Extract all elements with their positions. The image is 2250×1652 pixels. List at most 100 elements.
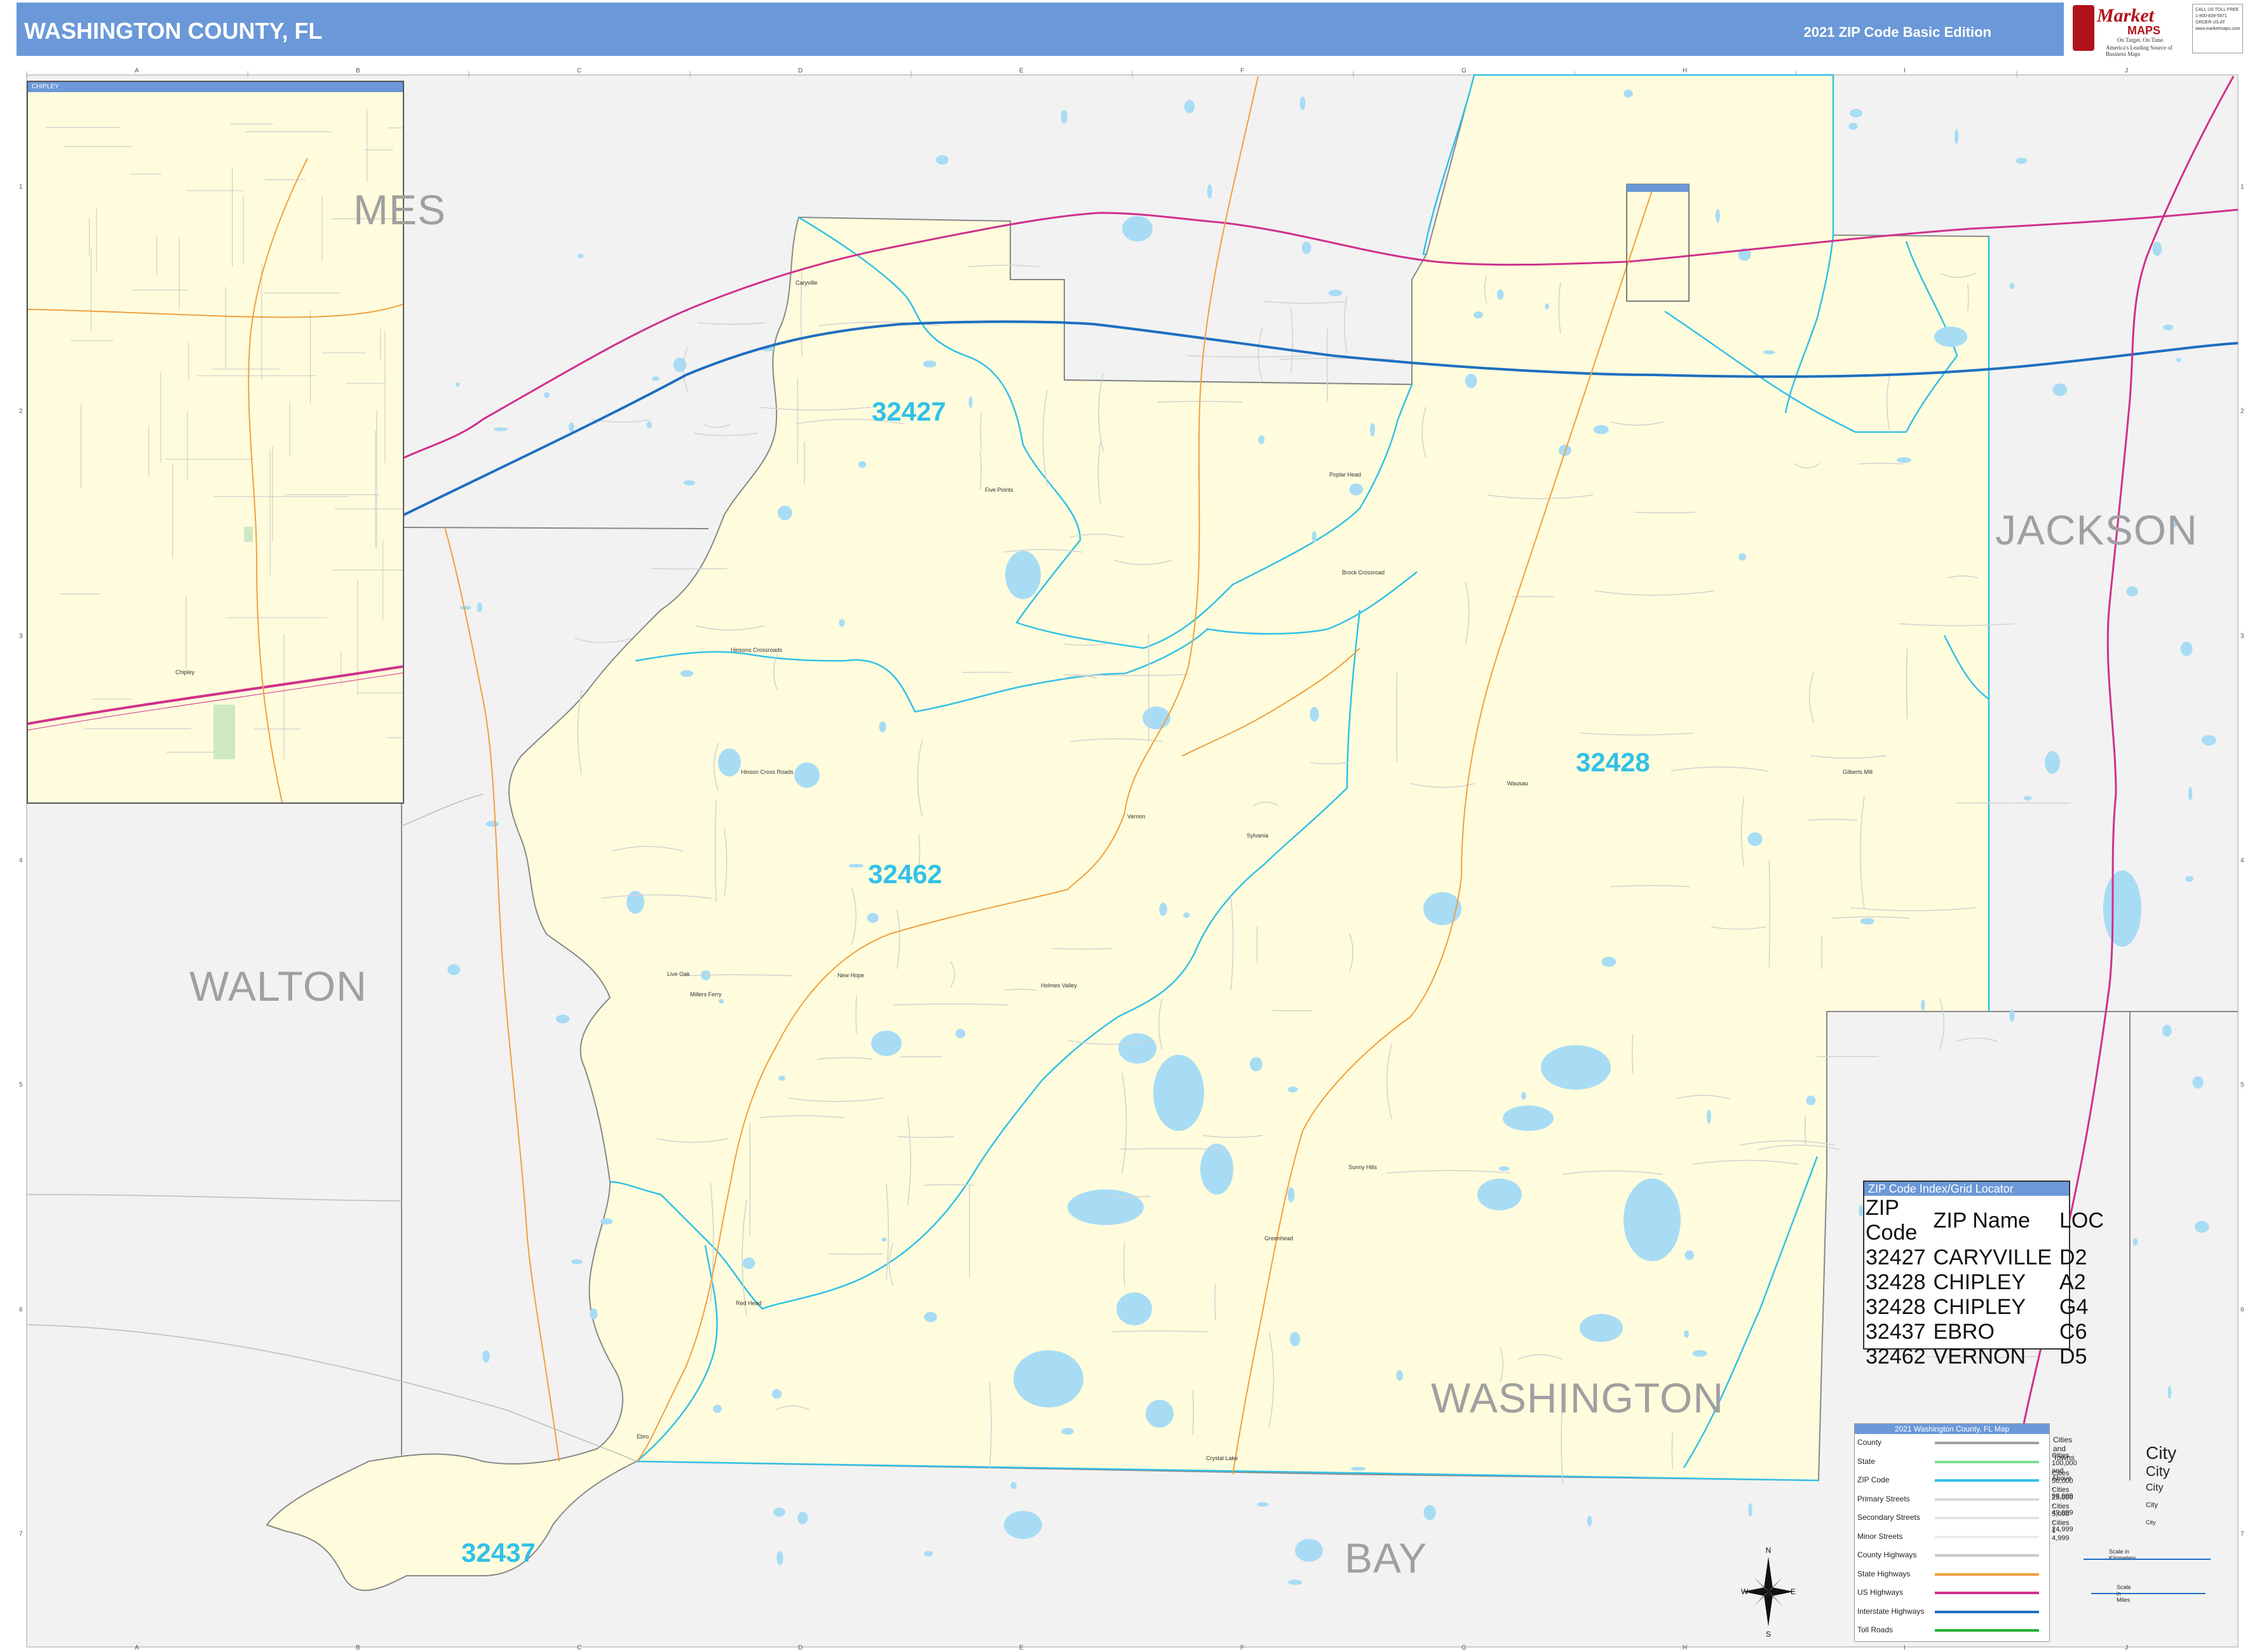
pond bbox=[1249, 1057, 1263, 1072]
grid-column-label: G bbox=[1461, 67, 1467, 74]
logo-tagline-2: America's Leading Source of Business Map… bbox=[2106, 44, 2172, 57]
call-box: CALL US TOLL FREE 1-800-839-5971 ORDER U… bbox=[2192, 4, 2243, 53]
pond bbox=[1496, 289, 1504, 300]
zip-label-32427[interactable]: 32427 bbox=[872, 396, 946, 427]
pond bbox=[1860, 917, 1874, 925]
legend-item-label: ZIP Code bbox=[1857, 1475, 1890, 1484]
market-maps-logo[interactable]: Market MAPS On Target. On Time. America'… bbox=[2073, 3, 2190, 57]
pond bbox=[2152, 241, 2162, 256]
pond bbox=[1623, 89, 1633, 98]
pond bbox=[1896, 457, 1911, 463]
pond bbox=[447, 964, 461, 975]
pond bbox=[879, 721, 886, 733]
pond bbox=[577, 254, 584, 259]
table-row[interactable]: 32427 CARYVILLE D2 bbox=[1866, 1245, 2111, 1270]
legend-city-sample: City bbox=[2146, 1463, 2170, 1479]
town-hinsons-crossroads: Hinsons Crossroads bbox=[731, 647, 783, 653]
zip-name-cell: EBRO bbox=[1933, 1320, 1995, 1344]
pond bbox=[1257, 1502, 1269, 1507]
map-title: WASHINGTON COUNTY, FL bbox=[24, 18, 323, 44]
pond bbox=[719, 999, 724, 1004]
pond bbox=[2052, 383, 2068, 396]
pond bbox=[1310, 707, 1319, 722]
table-row[interactable]: 32437 EBRO C6 bbox=[1866, 1320, 2111, 1344]
grid-column-label: J bbox=[2125, 1644, 2128, 1651]
grid-row-label: 1 bbox=[2240, 183, 2244, 191]
pond bbox=[1328, 289, 1343, 297]
grid-column-label: J bbox=[2125, 67, 2128, 74]
table-row[interactable]: 32428 CHIPLEY G4 bbox=[1866, 1295, 2111, 1320]
town-red-head: Red Head bbox=[736, 1300, 762, 1306]
pond bbox=[600, 1218, 613, 1225]
grid-column-label: A bbox=[135, 67, 139, 74]
town-greenhead: Greenhead bbox=[1264, 1235, 1294, 1242]
legend-city-sample: City bbox=[2146, 1519, 2156, 1526]
pond bbox=[568, 422, 574, 432]
pond bbox=[2126, 586, 2138, 597]
grid-column-label: C bbox=[577, 1644, 582, 1651]
zip-cell: 32427 bbox=[1866, 1245, 1926, 1269]
zip-index-title: ZIP Code Index/Grid Locator bbox=[1864, 1182, 2069, 1196]
town-vernon: Vernon bbox=[1127, 813, 1146, 820]
pond bbox=[2195, 1221, 2209, 1233]
legend-item-label: County bbox=[1857, 1438, 1882, 1447]
grid-column-label: E bbox=[1019, 1644, 1024, 1651]
town-holmes-valley: Holmes Valley bbox=[1041, 982, 1077, 989]
pond bbox=[955, 1029, 966, 1039]
legend-city-row: Cities 1 - 4,999 bbox=[2052, 1519, 2070, 1542]
pond bbox=[1258, 435, 1265, 444]
pond bbox=[1301, 241, 1311, 254]
pond bbox=[1859, 1205, 1863, 1217]
pond bbox=[477, 602, 483, 613]
pond bbox=[936, 155, 949, 165]
logo-tagline: On Target. On Time. bbox=[2117, 37, 2165, 43]
compass-rose-icon: N S E W bbox=[1741, 1546, 1796, 1639]
pond bbox=[1715, 208, 1720, 223]
pond bbox=[968, 396, 973, 409]
legend-item-label: US Highways bbox=[1857, 1588, 1904, 1597]
pond bbox=[1207, 184, 1212, 199]
pond bbox=[1850, 109, 1862, 118]
pond bbox=[1299, 96, 1306, 110]
zip-label-32462[interactable]: 32462 bbox=[868, 859, 942, 890]
grid-row-label: 2 bbox=[2240, 408, 2244, 416]
legend-swatch bbox=[1935, 1592, 2039, 1594]
pond bbox=[924, 1311, 937, 1322]
grid-column-label: A bbox=[135, 1644, 139, 1651]
zip-label-32428[interactable]: 32428 bbox=[1576, 747, 1650, 778]
pond bbox=[1061, 1428, 1074, 1435]
legend-item-label: Toll Roads bbox=[1857, 1625, 1894, 1634]
pond bbox=[2192, 1076, 2204, 1089]
grid-row-label: 6 bbox=[19, 1306, 23, 1313]
table-row[interactable]: 32462 VERNON D5 bbox=[1866, 1344, 2111, 1369]
grid-row-label: 4 bbox=[19, 857, 23, 864]
pond bbox=[848, 863, 864, 868]
grid-column-label: G bbox=[1461, 1644, 1467, 1651]
zip-index-header-row: ZIP Code ZIP Name LOC bbox=[1866, 1196, 2111, 1245]
table-row[interactable]: 32428 CHIPLEY A2 bbox=[1866, 1270, 2111, 1295]
county-label-holmes: MES bbox=[353, 186, 447, 233]
pond bbox=[1692, 1350, 1707, 1357]
town-brock-crossroad: Brock Crossroad bbox=[1342, 569, 1385, 576]
pond bbox=[797, 1512, 808, 1525]
grid-column-label: B bbox=[356, 1644, 360, 1651]
zip-name-cell: VERNON bbox=[1933, 1344, 2026, 1369]
legend-item-label: Secondary Streets bbox=[1857, 1513, 1920, 1522]
town-gilberts-mill: Gilberts Mill bbox=[1843, 769, 1873, 775]
col-header: LOC bbox=[2059, 1208, 2104, 1233]
legend-city-sample: City bbox=[2146, 1443, 2177, 1463]
pond bbox=[555, 1014, 570, 1024]
grid-column-label: H bbox=[1683, 1644, 1688, 1651]
chipley-inset-map[interactable]: CHIPLEY Chipley bbox=[27, 81, 404, 804]
pond bbox=[2201, 735, 2216, 746]
pond bbox=[778, 1076, 785, 1081]
pond bbox=[858, 461, 867, 468]
town-caryville: Caryville bbox=[796, 280, 818, 286]
legend-swatch bbox=[1935, 1573, 2039, 1576]
pond bbox=[590, 1308, 598, 1320]
grid-row-label: 2 bbox=[19, 408, 23, 416]
zip-label-32437[interactable]: 32437 bbox=[461, 1538, 536, 1568]
grid-column-label: I bbox=[1904, 67, 1906, 74]
grid-row-label: 7 bbox=[19, 1531, 23, 1538]
legend-city-sample: City bbox=[2146, 1482, 2164, 1493]
